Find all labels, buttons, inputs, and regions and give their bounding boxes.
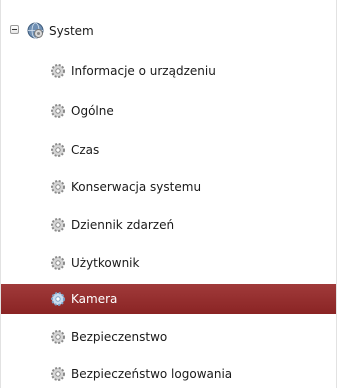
gear-icon [51, 64, 65, 78]
gear-icon [51, 180, 65, 194]
gear-icon [51, 104, 65, 118]
gear-icon [51, 143, 65, 157]
tree-item-informacje-o-urzadzeniu[interactable]: Informacje o urządzeniu [1, 57, 336, 85]
tree-item-konserwacja-systemu[interactable]: Konserwacja systemu [1, 173, 336, 201]
globe-gear-icon [27, 22, 44, 39]
tree-item-label: Bezpieczeństwo logowania [71, 367, 233, 381]
tree-item-ogolne[interactable]: Ogólne [1, 97, 336, 125]
tree-item-label: Dziennik zdarzeń [71, 218, 175, 232]
gear-icon [51, 330, 65, 344]
tree-item-czas[interactable]: Czas [1, 136, 336, 164]
tree-item-label: Kamera [71, 292, 118, 306]
collapse-icon[interactable] [10, 25, 19, 34]
tree-item-dziennik-zdarzen[interactable]: Dziennik zdarzeń [1, 211, 336, 239]
gear-icon [51, 256, 65, 270]
system-tree: System Informacje o urządzeniu Ogólne Cz… [0, 0, 337, 388]
tree-root-label: System [49, 24, 94, 38]
gear-icon [51, 218, 65, 232]
tree-item-label: Informacje o urządzeniu [71, 64, 216, 78]
tree-item-label: Użytkownik [71, 256, 140, 270]
tree-item-bezpieczenstwo-logowania[interactable]: Bezpieczeństwo logowania [1, 360, 336, 388]
tree-item-kamera[interactable]: Kamera [1, 284, 336, 314]
gear-icon [51, 292, 65, 306]
tree-item-label: Konserwacja systemu [71, 180, 202, 194]
tree-item-uzytkownik[interactable]: Użytkownik [1, 249, 336, 277]
gear-icon [51, 367, 65, 381]
tree-item-label: Ogólne [71, 104, 114, 118]
tree-item-label: Bezpieczenstwo [71, 330, 168, 344]
tree-root-system[interactable]: System [1, 18, 337, 44]
tree-item-label: Czas [71, 143, 100, 157]
tree-item-bezpieczenstwo[interactable]: Bezpieczenstwo [1, 323, 336, 351]
